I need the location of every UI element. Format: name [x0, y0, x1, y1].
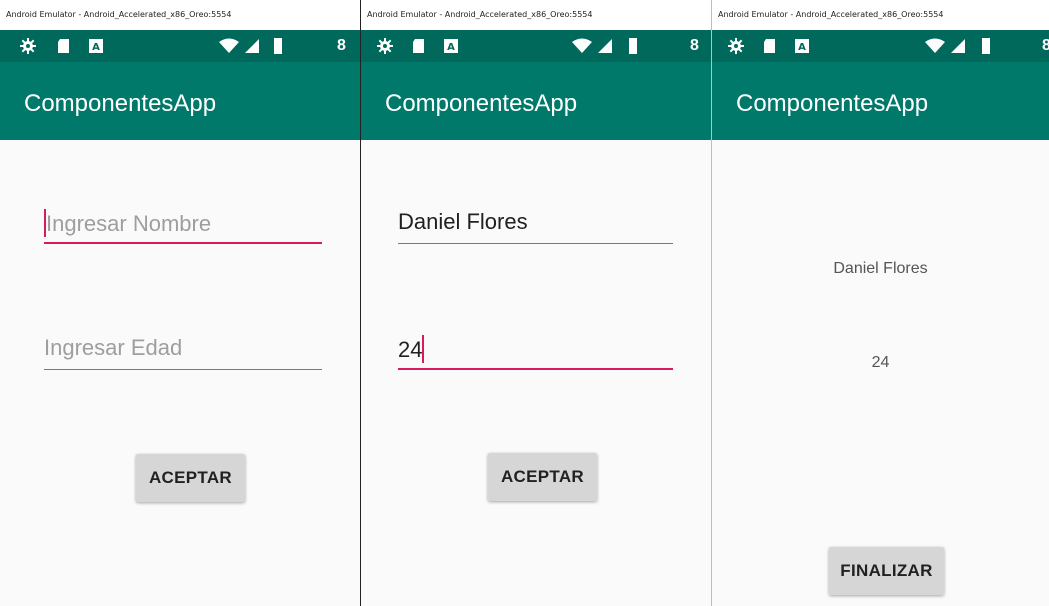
- font-a-icon: A: [795, 39, 809, 53]
- sd-card-icon: [58, 39, 69, 53]
- signal-icon: [245, 39, 259, 53]
- age-placeholder: Ingresar Edad: [44, 335, 183, 360]
- status-bar: A 8: [712, 30, 1049, 62]
- svg-text:A: A: [798, 42, 806, 53]
- status-clock: 8: [1042, 37, 1049, 54]
- app-bar: ComponentesApp: [712, 62, 1049, 140]
- wifi-off-icon: [572, 38, 592, 53]
- name-input[interactable]: Ingresar Nombre: [44, 200, 322, 244]
- sd-card-icon: [764, 39, 775, 53]
- svg-text:A: A: [447, 42, 455, 53]
- name-placeholder: Ingresar Nombre: [46, 211, 212, 236]
- svg-text:A: A: [92, 42, 100, 53]
- result-age-text: 24: [871, 354, 890, 371]
- signal-icon: [951, 39, 965, 53]
- emulator-window-1: Android Emulator - Android_Accelerated_x…: [0, 0, 361, 606]
- form-screen: Ingresar Nombre Ingresar Edad ACEPTAR: [0, 140, 361, 606]
- finalizar-button[interactable]: FINALIZAR: [829, 547, 944, 595]
- battery-icon: [274, 38, 282, 54]
- status-clock: 8: [690, 37, 699, 54]
- app-title: ComponentesApp: [385, 90, 578, 117]
- font-a-icon: A: [444, 39, 458, 53]
- aceptar-button[interactable]: ACEPTAR: [488, 453, 597, 501]
- app-bar: ComponentesApp: [361, 62, 711, 140]
- aceptar-button[interactable]: ACEPTAR: [136, 454, 245, 502]
- font-a-icon: A: [89, 39, 103, 53]
- age-input[interactable]: 24: [398, 326, 673, 370]
- status-bar: A 8: [0, 30, 361, 62]
- wifi-off-icon: [219, 38, 239, 53]
- battery-icon: [629, 38, 637, 54]
- text-cursor: [422, 335, 425, 363]
- emulator-window-2: Android Emulator - Android_Accelerated_x…: [361, 0, 711, 606]
- wifi-off-icon: [925, 38, 945, 53]
- status-clock: 8: [337, 37, 346, 54]
- app-bar: ComponentesApp: [0, 62, 361, 140]
- window-title: Android Emulator - Android_Accelerated_x…: [0, 0, 361, 30]
- emulator-window-3: Android Emulator - Android_Accelerated_x…: [712, 0, 1049, 606]
- age-input[interactable]: Ingresar Edad: [44, 326, 322, 370]
- signal-icon: [598, 39, 612, 53]
- name-value: Daniel Flores: [398, 209, 528, 234]
- app-title: ComponentesApp: [24, 90, 217, 117]
- window-title: Android Emulator - Android_Accelerated_x…: [712, 0, 1049, 30]
- app-title: ComponentesApp: [736, 90, 929, 117]
- settings-gear-icon: [728, 38, 744, 54]
- result-name-text: Daniel Flores: [833, 260, 928, 277]
- name-input[interactable]: Daniel Flores: [398, 200, 673, 244]
- age-value: 24: [398, 337, 423, 362]
- settings-gear-icon: [377, 38, 393, 54]
- settings-gear-icon: [20, 38, 36, 54]
- form-screen: Daniel Flores 24 ACEPTAR: [361, 140, 711, 606]
- battery-icon: [982, 38, 990, 54]
- window-title: Android Emulator - Android_Accelerated_x…: [361, 0, 711, 30]
- result-screen: Daniel Flores 24 FINALIZAR: [712, 140, 1049, 606]
- status-bar: A 8: [361, 30, 711, 62]
- sd-card-icon: [413, 39, 424, 53]
